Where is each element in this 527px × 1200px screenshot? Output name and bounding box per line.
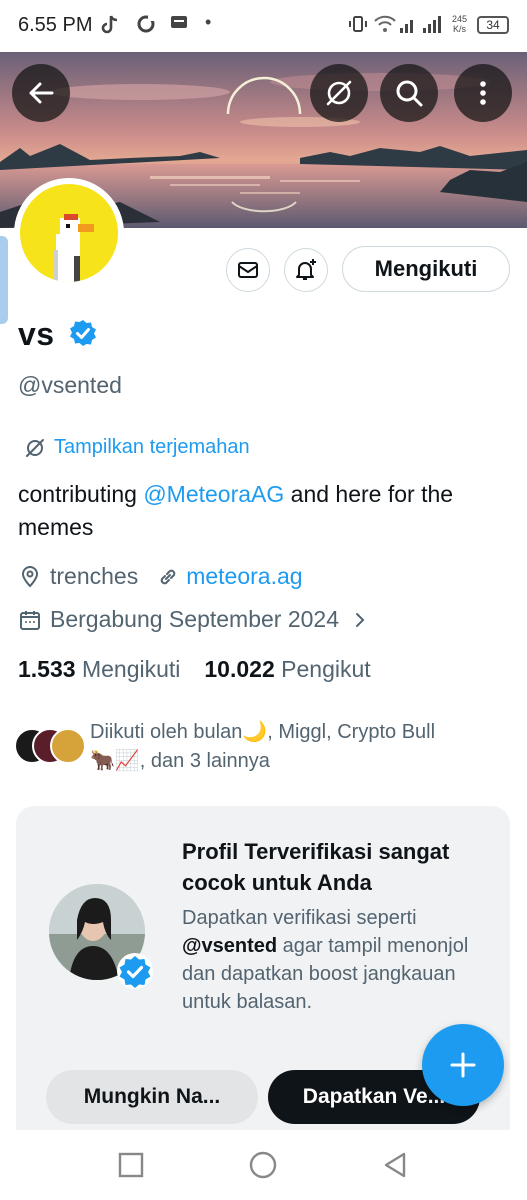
chevron-right-icon — [356, 612, 365, 627]
nav-triangle-icon[interactable] — [382, 1151, 408, 1179]
translate-icon — [326, 80, 352, 106]
joined-date: Bergabung September 2024 — [50, 606, 339, 632]
bio-mention-link[interactable]: @MeteoraAG — [143, 481, 284, 507]
avatar[interactable] — [14, 178, 124, 288]
link-icon — [160, 569, 176, 584]
location-icon — [21, 565, 39, 587]
following-stat[interactable]: 1.533 Mengikuti — [18, 656, 180, 683]
message-icon — [170, 14, 188, 37]
tiktok-icon — [100, 14, 120, 41]
mail-icon — [238, 262, 258, 278]
network-speed: 245 K/s — [452, 14, 468, 34]
nav-circle-icon[interactable] — [249, 1151, 277, 1179]
translate-profile-button[interactable] — [310, 64, 368, 122]
back-arrow-icon — [29, 82, 54, 104]
followed-by-text[interactable]: Diikuti oleh bulan🌙, Miggl, Crypto Bull … — [90, 718, 510, 776]
battery-indicator: 34 — [477, 16, 509, 34]
search-icon — [396, 80, 423, 107]
status-time: 6.55 PM — [18, 14, 93, 36]
system-nav-bar — [0, 1130, 527, 1200]
vibrate-icon — [348, 14, 368, 39]
profile-bio: contributing @MeteoraAG and here for the… — [18, 481, 454, 540]
joined-row[interactable]: Bergabung September 2024 — [18, 606, 367, 633]
profile-meta-row: trenches meteora.ag — [18, 563, 303, 590]
promo-title: Profil Terverifikasi sangat cocok untuk … — [182, 839, 450, 895]
more-button[interactable] — [454, 64, 512, 122]
verified-badge-icon[interactable] — [68, 318, 98, 353]
avatar-image — [20, 184, 118, 282]
profile-location: trenches — [50, 563, 139, 589]
back-button[interactable] — [12, 64, 70, 122]
compose-button[interactable] — [422, 1024, 504, 1106]
maybe-later-button[interactable]: Mungkin Na... — [46, 1070, 258, 1124]
notify-button[interactable] — [284, 248, 328, 292]
edge-tab[interactable] — [0, 236, 8, 324]
notification-dot: • — [205, 12, 212, 32]
show-translation-label: Tampilkan terjemahan — [54, 436, 250, 458]
follower-avatar — [50, 728, 86, 764]
profile-handle: @vsented — [18, 372, 122, 398]
calendar-icon — [20, 610, 40, 630]
bell-plus-icon — [296, 259, 316, 280]
plus-icon — [450, 1052, 476, 1078]
more-vertical-icon — [480, 81, 486, 105]
show-translation-link[interactable]: Tampilkan terjemahan — [24, 436, 250, 459]
sync-icon — [136, 14, 156, 39]
nav-square-icon[interactable] — [118, 1152, 144, 1178]
followers-stat[interactable]: 10.022 Pengikut — [204, 656, 370, 683]
status-bar: 6.55 PM • 245 K/s 34 — [0, 0, 527, 52]
verified-badge-icon — [116, 952, 154, 995]
translate-icon — [26, 438, 44, 457]
wifi-icon — [373, 14, 397, 39]
search-button[interactable] — [380, 64, 438, 122]
follow-counts: 1.533 Mengikuti 10.022 Pengikut — [18, 656, 371, 683]
promo-description: Dapatkan verifikasi seperti @vsented aga… — [182, 907, 469, 1013]
profile-name: vs — [18, 316, 55, 352]
following-button[interactable]: Mengikuti — [342, 246, 510, 292]
signal-icon — [398, 14, 444, 39]
profile-website-link[interactable]: meteora.ag — [186, 563, 302, 590]
message-button[interactable] — [226, 248, 270, 292]
